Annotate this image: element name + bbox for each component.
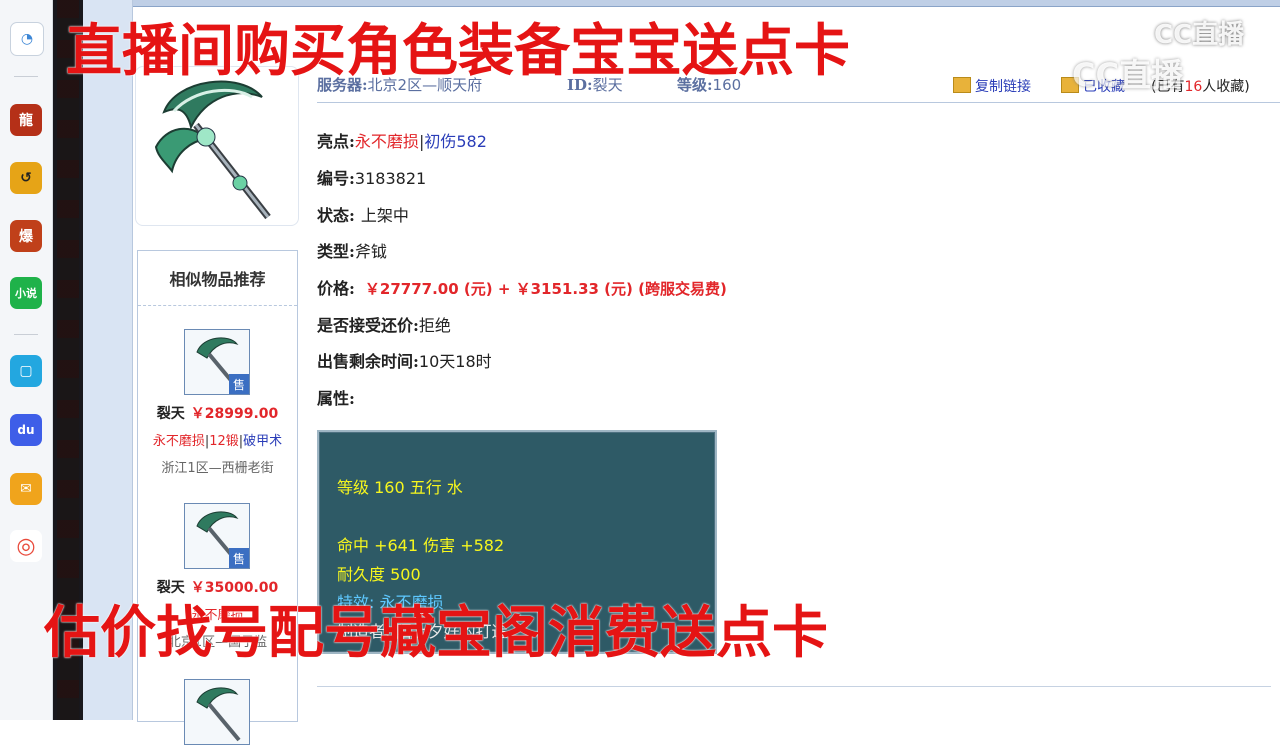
for-sale-badge: 售	[229, 548, 249, 568]
stream-watermark: CC直播	[1154, 20, 1245, 50]
item-thumbnail[interactable]	[184, 679, 250, 745]
baidu-icon[interactable]: du	[10, 414, 42, 446]
tag-skill: 破甲术	[243, 434, 283, 449]
item-name: 裂天	[156, 406, 185, 422]
attr-hit-damage: 命中 +641 伤害 +582	[337, 536, 505, 555]
item-thumbnail[interactable]: 售	[184, 503, 250, 569]
browser-icon[interactable]: ◔	[10, 22, 44, 56]
price-row: 价格: ￥27777.00 (元) + ￥3151.33 (元) (跨服交易费)	[317, 279, 727, 298]
axe-weapon-icon	[154, 80, 271, 220]
top-promo-banner: 直播间购买角色装备宝宝送点卡	[66, 19, 850, 84]
item-price: ￥28999.00	[190, 406, 279, 422]
novel-icon[interactable]: 小说	[10, 277, 42, 309]
price-value: ￥27777.00 (元) + ￥3151.33 (元) (跨服交易费)	[364, 280, 727, 298]
attr-level-element: 等级 160 五行 水	[337, 478, 463, 497]
number-row: 编号:3183821	[317, 169, 427, 188]
item-title[interactable]: 裂天 ￥28999.00	[138, 403, 297, 423]
mail-icon[interactable]: ✉	[10, 473, 42, 505]
bottom-promo-banner: 估价找号配号藏宝阁消费送点卡	[44, 601, 828, 666]
item-server: 浙江1区—西栅老街	[161, 461, 274, 476]
item-image	[135, 66, 299, 226]
copy-link-button[interactable]: 复制链接	[953, 76, 1031, 96]
type-row: 类型:斧钺	[317, 242, 387, 261]
sidebar-title: 相似物品推荐	[138, 251, 297, 306]
axe-weapon-icon	[196, 687, 241, 742]
item-thumbnail[interactable]: 售	[184, 329, 250, 395]
highlight-row: 亮点:永不磨损|初伤582	[317, 132, 487, 151]
attr-durability: 耐久度 500	[337, 565, 421, 584]
status-row: 状态: 上架中	[317, 206, 409, 225]
attribute-row: 属性:	[317, 389, 355, 408]
bilibili-icon[interactable]: ▢	[10, 355, 42, 387]
game-dragon-icon[interactable]: 龍	[10, 104, 42, 136]
dock-separator	[14, 76, 38, 77]
copy-link-icon	[953, 77, 971, 93]
stream-watermark-large: CC直播	[1072, 56, 1183, 94]
game-arrow-icon[interactable]: ↺	[10, 162, 42, 194]
item-tags: 永不磨损|12锻|破甲术	[152, 434, 283, 449]
dock-separator	[14, 334, 38, 335]
remain-time-row: 出售剩余时间:10天18时	[317, 352, 492, 371]
for-sale-badge: 售	[229, 374, 249, 394]
netease-icon[interactable]: ◎	[10, 530, 42, 562]
tag-highlight: 永不磨损	[152, 434, 205, 449]
section-divider	[317, 686, 1271, 687]
tag-forge: 12锻	[209, 434, 239, 449]
game-blast-icon[interactable]: 爆	[10, 220, 42, 252]
bargain-row: 是否接受还价:拒绝	[317, 316, 451, 335]
